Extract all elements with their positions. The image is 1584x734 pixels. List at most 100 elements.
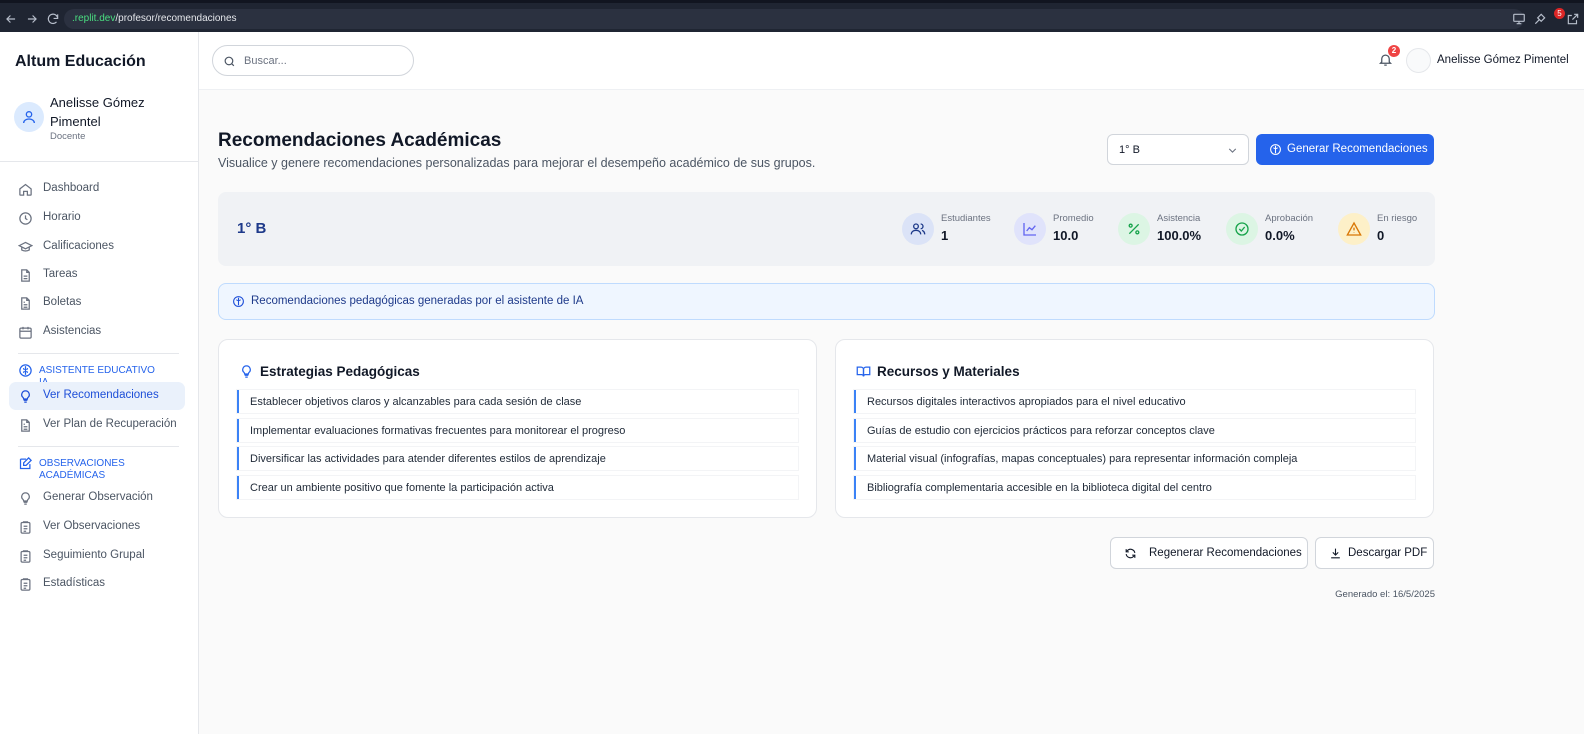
lightbulb-icon xyxy=(242,365,251,378)
list-item-text: Establecer objetivos claros y alcanzable… xyxy=(250,396,582,408)
sidebar-item-label: Horario xyxy=(43,211,81,223)
list-item: Guías de estudio con ejercicios práctico… xyxy=(854,419,1415,442)
brand-title: Altum Educación xyxy=(15,53,146,70)
url-text[interactable]: .replit.dev/profesor/recomendaciones xyxy=(72,13,237,24)
address-bar[interactable] xyxy=(64,9,1524,29)
topbar-user-name[interactable]: Anelisse Gómez Pimentel xyxy=(1437,54,1569,66)
edit-note-icon xyxy=(19,456,33,470)
sidebar-item-generar-observacion[interactable]: Generar Observación xyxy=(9,484,185,512)
sidebar-item-label: Generar Observación xyxy=(43,491,153,503)
stat-value: 0 xyxy=(1377,228,1385,243)
graduation-cap-icon xyxy=(18,241,33,252)
stat-label: Asistencia xyxy=(1157,213,1201,224)
brain-icon xyxy=(19,364,32,377)
sidebar-item-seguimiento-grupal[interactable]: Seguimiento Grupal xyxy=(9,542,185,570)
forward-arrow-icon[interactable] xyxy=(25,12,39,26)
stat-value: 1 xyxy=(941,228,949,243)
list-item: Diversificar las actividades para atende… xyxy=(237,447,798,470)
divider xyxy=(0,161,199,162)
sidebar-item-estadisticas[interactable]: Estadísticas xyxy=(9,570,185,598)
stat-icon-circle xyxy=(1226,213,1258,245)
stat-icon-circle xyxy=(1118,213,1150,245)
divider xyxy=(18,446,179,447)
card-title: Estrategias Pedagógicas xyxy=(260,364,420,379)
sidebar-item-label: Ver Plan de Recuperación xyxy=(43,418,177,430)
file-text-icon xyxy=(21,297,30,310)
sidebar: Altum Educación Anelisse Gómez Pimentel … xyxy=(0,32,199,734)
list-item-text: Diversificar las actividades para atende… xyxy=(250,453,606,465)
sidebar-user-name: Anelisse Gómez Pimentel xyxy=(50,95,145,129)
clipboard-icon xyxy=(20,550,31,563)
extension-icon[interactable] xyxy=(1533,12,1547,26)
card-estrategias-pedagogicas: Estrategias Pedagógicas Establecer objet… xyxy=(218,339,817,518)
search-icon xyxy=(224,56,235,67)
extension-badge: 5 xyxy=(1554,8,1565,19)
stat-icon-circle xyxy=(1338,213,1370,245)
browser-toolbar: .replit.dev/profesor/recomendaciones 5 xyxy=(0,0,1584,32)
stat-value: 100.0% xyxy=(1157,228,1202,243)
open-external-icon[interactable] xyxy=(1566,12,1580,26)
sidebar-item-label: Estadísticas xyxy=(43,577,105,589)
home-icon xyxy=(19,183,32,196)
page-subtitle: Visualice y genere recomendaciones perso… xyxy=(218,156,816,170)
screen-icon[interactable] xyxy=(1512,12,1526,26)
lightbulb-icon xyxy=(21,492,30,505)
list-item-text: Crear un ambiente positivo que fomente l… xyxy=(250,482,554,494)
stat-icon-circle xyxy=(902,213,934,245)
sidebar-item-dashboard[interactable]: Dashboard xyxy=(9,175,185,203)
regenerate-button[interactable]: Regenerar Recomendaciones xyxy=(1110,537,1308,569)
generated-date: Generado el: 16/5/2025 xyxy=(1335,589,1435,600)
warning-icon xyxy=(1346,221,1362,236)
check-circle-icon xyxy=(1235,222,1249,236)
generate-recommendations-button[interactable]: Generar Recomendaciones xyxy=(1256,134,1434,165)
search-input[interactable] xyxy=(244,53,404,69)
sidebar-item-label: Seguimiento Grupal xyxy=(43,549,145,561)
sidebar-item-asistencias[interactable]: Asistencias xyxy=(9,318,185,346)
download-icon xyxy=(1331,548,1340,559)
sidebar-item-ver-observaciones[interactable]: Ver Observaciones xyxy=(9,513,185,541)
list-item-text: Guías de estudio con ejercicios práctico… xyxy=(867,425,1215,437)
section-title: OBSERVACIONES ACADÉMICAS xyxy=(39,458,125,481)
reload-icon[interactable] xyxy=(46,12,60,26)
list-item: Bibliografía complementaria accesible en… xyxy=(854,476,1415,499)
download-button-label: Descargar PDF xyxy=(1348,547,1428,559)
list-item-text: Recursos digitales interactivos apropiad… xyxy=(867,396,1186,408)
book-open-icon xyxy=(856,366,871,377)
file-icon xyxy=(21,269,30,282)
stat-label: Promedio xyxy=(1053,213,1094,224)
regenerate-button-label: Regenerar Recomendaciones xyxy=(1149,547,1302,559)
chevron-down-icon xyxy=(1228,148,1237,153)
group-select-value: 1° B xyxy=(1119,144,1140,156)
avatar[interactable] xyxy=(1406,48,1431,73)
group-select[interactable]: 1° B xyxy=(1107,134,1249,165)
percent-icon xyxy=(1128,223,1140,235)
sidebar-item-label: Ver Recomendaciones xyxy=(43,389,159,401)
search-box[interactable] xyxy=(212,45,414,76)
stat-label: En riesgo xyxy=(1377,213,1418,224)
clock-icon xyxy=(19,212,32,225)
card-title: Recursos y Materiales xyxy=(877,364,1020,379)
sidebar-user-role: Docente xyxy=(50,131,86,142)
sidebar-item-horario[interactable]: Horario xyxy=(9,204,185,232)
url-domain: .replit.dev xyxy=(72,13,116,24)
sidebar-item-boletas[interactable]: Boletas xyxy=(9,289,185,317)
sidebar-item-tareas[interactable]: Tareas xyxy=(9,261,185,289)
group-summary: 1° B Estudiantes 1 Promedio 10.0 Asisten… xyxy=(218,192,1435,266)
sidebar-item-label: Tareas xyxy=(43,268,78,280)
notification-badge: 2 xyxy=(1388,45,1400,57)
sidebar-item-ver-recomendaciones[interactable]: Ver Recomendaciones xyxy=(9,382,185,410)
divider xyxy=(18,353,179,354)
calendar-icon xyxy=(19,326,32,339)
sidebar-item-label: Calificaciones xyxy=(43,240,114,252)
sidebar-item-calificaciones[interactable]: Calificaciones xyxy=(9,233,185,261)
sidebar-item-label: Dashboard xyxy=(43,182,100,194)
stat-value: 10.0 xyxy=(1053,228,1079,243)
users-icon xyxy=(910,223,926,235)
brain-icon xyxy=(1270,144,1281,155)
back-arrow-icon[interactable] xyxy=(4,12,18,26)
sidebar-item-plan-recuperacion[interactable]: Ver Plan de Recuperación xyxy=(9,411,185,439)
top-bar: 2 Anelisse Gómez Pimentel xyxy=(199,32,1584,90)
download-pdf-button[interactable]: Descargar PDF xyxy=(1315,537,1434,569)
url-path: /profesor/recomendaciones xyxy=(115,13,237,24)
generate-button-label: Generar Recomendaciones xyxy=(1287,143,1428,155)
